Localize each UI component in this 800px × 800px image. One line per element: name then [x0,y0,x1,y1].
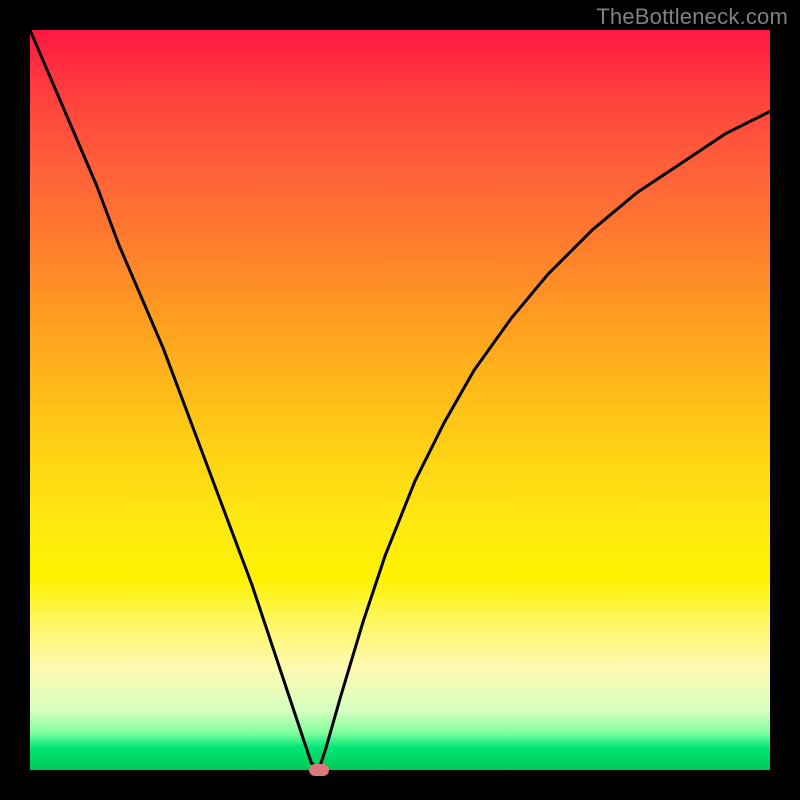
bottleneck-curve [30,30,770,770]
watermark-label: TheBottleneck.com [596,4,788,30]
optimal-point-marker [309,764,329,776]
plot-area [30,30,770,770]
chart-frame: TheBottleneck.com [0,0,800,800]
